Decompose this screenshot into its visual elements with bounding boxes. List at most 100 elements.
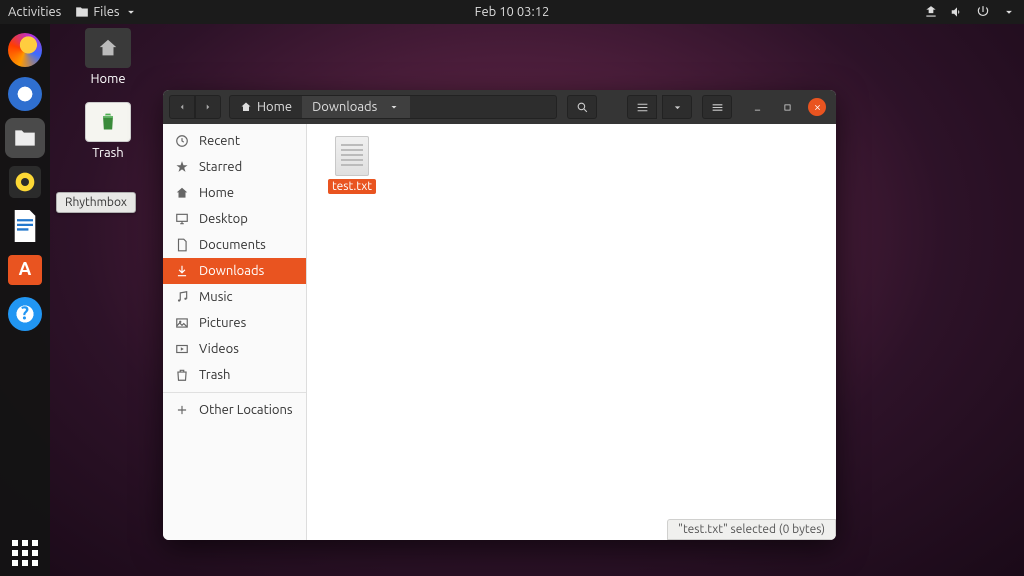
sidebar-item-trash[interactable]: Trash xyxy=(163,362,306,388)
sidebar-item-label: Videos xyxy=(199,342,239,356)
path-segment-home[interactable]: Home xyxy=(230,96,302,118)
sidebar-item-downloads[interactable]: Downloads xyxy=(163,258,306,284)
system-tray[interactable] xyxy=(924,5,1016,19)
files-icon xyxy=(11,125,39,151)
close-button[interactable] xyxy=(808,98,826,116)
dock-app-rhythmbox[interactable] xyxy=(5,162,45,202)
home-icon xyxy=(175,186,189,200)
star-icon xyxy=(175,160,189,174)
chevron-right-icon xyxy=(203,102,213,112)
files-menu[interactable]: Files xyxy=(75,5,137,19)
sidebar-item-label: Starred xyxy=(199,160,242,174)
minimize-button[interactable] xyxy=(748,98,766,116)
home-icon xyxy=(97,37,119,59)
music-icon xyxy=(175,290,189,304)
minimize-icon xyxy=(753,103,762,112)
sidebar-item-label: Other Locations xyxy=(199,403,293,417)
thunderbird-icon xyxy=(8,77,42,111)
dock-app-software[interactable] xyxy=(5,250,45,290)
sidebar-item-pictures[interactable]: Pictures xyxy=(163,310,306,336)
text-file-icon xyxy=(335,136,369,176)
sidebar: Recent Starred Home Desktop Documents Do… xyxy=(163,124,307,540)
clock[interactable]: Feb 10 03:12 xyxy=(475,5,550,19)
home-icon xyxy=(240,101,252,113)
path-segment-current[interactable]: Downloads xyxy=(302,96,410,118)
top-bar: Activities Files Feb 10 03:12 xyxy=(0,0,1024,24)
sidebar-item-label: Desktop xyxy=(199,212,248,226)
file-view[interactable]: test.txt "test.txt" selected (0 bytes) xyxy=(307,124,836,540)
videos-icon xyxy=(175,342,189,356)
sidebar-item-label: Downloads xyxy=(199,264,264,278)
maximize-button[interactable] xyxy=(778,98,796,116)
sidebar-divider xyxy=(163,392,306,393)
trash-icon xyxy=(98,110,118,134)
chevron-down-icon xyxy=(671,101,684,114)
window-titlebar[interactable]: Home Downloads xyxy=(163,90,836,124)
path-bar: Home Downloads xyxy=(229,95,557,119)
downloads-icon xyxy=(175,264,189,278)
folder-icon xyxy=(75,5,89,19)
forward-button[interactable] xyxy=(195,95,221,119)
desktop-icon-trash[interactable]: Trash xyxy=(78,102,138,160)
desktop-icon-label: Trash xyxy=(92,146,123,160)
menu-icon xyxy=(711,101,724,114)
sidebar-item-videos[interactable]: Videos xyxy=(163,336,306,362)
search-button[interactable] xyxy=(567,95,597,119)
sidebar-item-label: Home xyxy=(199,186,234,200)
dock xyxy=(0,24,50,576)
show-applications-button[interactable] xyxy=(12,540,38,566)
dock-app-files[interactable] xyxy=(5,118,45,158)
chevron-left-icon xyxy=(177,102,187,112)
desktop-icon-home[interactable]: Home xyxy=(78,28,138,86)
chevron-down-icon xyxy=(388,101,400,113)
dock-app-thunderbird[interactable] xyxy=(5,74,45,114)
search-icon xyxy=(576,101,589,114)
sidebar-item-label: Pictures xyxy=(199,316,246,330)
maximize-icon xyxy=(783,103,792,112)
activities-button[interactable]: Activities xyxy=(8,5,61,19)
dock-tooltip: Rhythmbox xyxy=(56,192,136,213)
firefox-icon xyxy=(8,33,42,67)
dock-app-firefox[interactable] xyxy=(5,30,45,70)
desktop-icon xyxy=(175,212,189,226)
dock-app-libreoffice[interactable] xyxy=(5,206,45,246)
power-icon xyxy=(976,5,990,19)
sidebar-item-recent[interactable]: Recent xyxy=(163,128,306,154)
sidebar-item-label: Documents xyxy=(199,238,266,252)
pictures-icon xyxy=(175,316,189,330)
view-options-button[interactable] xyxy=(662,95,692,119)
document-icon xyxy=(11,210,39,242)
status-bar: "test.txt" selected (0 bytes) xyxy=(667,519,836,540)
software-icon xyxy=(8,255,42,285)
documents-icon xyxy=(175,238,189,252)
files-window: Home Downloads Recent Starred Home Deskt… xyxy=(163,90,836,540)
trash-icon xyxy=(175,368,189,382)
file-name: test.txt xyxy=(328,179,376,194)
help-icon xyxy=(8,297,42,331)
back-button[interactable] xyxy=(169,95,195,119)
path-label: Downloads xyxy=(312,100,377,114)
sidebar-item-music[interactable]: Music xyxy=(163,284,306,310)
chevron-down-icon xyxy=(1002,5,1016,19)
sidebar-item-home[interactable]: Home xyxy=(163,180,306,206)
sidebar-item-documents[interactable]: Documents xyxy=(163,232,306,258)
plus-icon xyxy=(175,403,189,417)
desktop-icon-label: Home xyxy=(90,72,125,86)
path-label: Home xyxy=(257,100,292,114)
sidebar-item-label: Music xyxy=(199,290,233,304)
sidebar-item-starred[interactable]: Starred xyxy=(163,154,306,180)
clock-icon xyxy=(175,134,189,148)
sidebar-item-other-locations[interactable]: Other Locations xyxy=(163,397,306,423)
network-icon xyxy=(924,5,938,19)
files-menu-label: Files xyxy=(93,5,119,19)
file-item[interactable]: test.txt xyxy=(319,136,385,194)
sidebar-item-desktop[interactable]: Desktop xyxy=(163,206,306,232)
hamburger-menu-button[interactable] xyxy=(702,95,732,119)
rhythmbox-icon xyxy=(9,166,41,198)
dock-app-help[interactable] xyxy=(5,294,45,334)
close-icon xyxy=(813,103,822,112)
sidebar-item-label: Recent xyxy=(199,134,240,148)
volume-icon xyxy=(950,5,964,19)
chevron-down-icon xyxy=(124,5,138,19)
view-list-button[interactable] xyxy=(627,95,657,119)
